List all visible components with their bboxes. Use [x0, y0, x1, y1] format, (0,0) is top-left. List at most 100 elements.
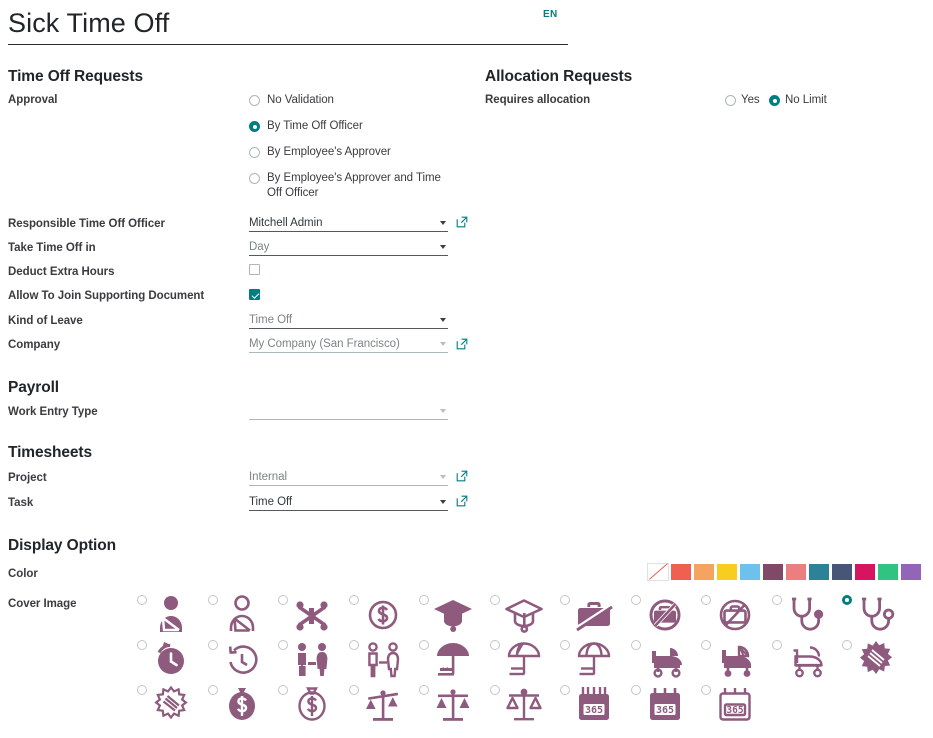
money-bag-filled-icon[interactable]: [221, 682, 263, 726]
cover-image-option-baby-carriage-outline[interactable]: [771, 637, 838, 682]
cover-image-radio-beach-umbrella-filled[interactable]: [419, 640, 429, 650]
radio-approval-no-validation[interactable]: [249, 95, 260, 106]
field-task[interactable]: Time Off: [249, 494, 448, 511]
cover-image-option-family-outline[interactable]: [348, 637, 415, 682]
cover-image-option-person-arm-sling-filled[interactable]: [137, 592, 203, 637]
cover-image-option-calendar-365-half[interactable]: [630, 682, 697, 727]
chevron-down-icon[interactable]: [440, 245, 446, 249]
color-swatch-yellow[interactable]: [716, 563, 738, 581]
checkbox-allow-to-join-supporting-document[interactable]: [249, 289, 260, 300]
cover-image-radio-briefcase-no-outline[interactable]: [701, 595, 711, 605]
cover-image-option-money-bag-filled[interactable]: [207, 682, 274, 727]
cover-image-option-scale-unbalanced-filled[interactable]: [348, 682, 415, 727]
scale-balanced-filled-icon[interactable]: [432, 682, 474, 726]
cover-image-radio-person-arm-sling-outline[interactable]: [207, 595, 218, 605]
cover-image-radio-stethoscope-filled[interactable]: [771, 595, 782, 605]
chevron-down-icon[interactable]: [440, 475, 446, 479]
cover-image-radio-baby-carriage-half[interactable]: [701, 640, 711, 650]
cover-image-option-virus-outline[interactable]: [137, 682, 203, 727]
cover-image-radio-family-filled[interactable]: [278, 640, 288, 650]
chevron-down-icon[interactable]: [440, 342, 446, 346]
virus-filled-icon[interactable]: [855, 637, 897, 681]
money-scissors-icon[interactable]: [291, 592, 333, 636]
cover-image-radio-virus-filled[interactable]: [842, 640, 852, 650]
cover-image-option-stethoscope-filled[interactable]: [771, 592, 838, 637]
radio-approval-by-employees-approver[interactable]: [249, 147, 260, 158]
field-take-time-off-in[interactable]: Day: [249, 239, 448, 256]
cover-image-option-baby-carriage-filled[interactable]: [630, 637, 697, 682]
cover-image-option-briefcase-no-filled[interactable]: [630, 592, 697, 637]
field-kind-of-leave[interactable]: Time Off: [249, 312, 448, 329]
cover-image-option-baby-carriage-half[interactable]: [701, 637, 767, 682]
cover-image-radio-baby-carriage-outline[interactable]: [771, 640, 782, 650]
baby-carriage-outline-icon[interactable]: [785, 637, 827, 681]
external-link-icon-task[interactable]: [456, 495, 468, 507]
cover-image-radio-clock-rotate-filled[interactable]: [137, 640, 147, 650]
money-bag-outline-icon[interactable]: [291, 682, 333, 726]
radio-approval-by-time-off-officer[interactable]: [249, 121, 260, 132]
graduation-cap-outline-icon[interactable]: [503, 592, 545, 636]
external-link-icon-responsible-time-off-officer[interactable]: [456, 216, 468, 228]
cover-image-radio-stethoscope-outline[interactable]: [842, 595, 852, 605]
chevron-down-icon[interactable]: [440, 409, 446, 413]
calendar-365-outline-icon[interactable]: [714, 682, 756, 726]
color-swatch-light-blue[interactable]: [739, 563, 761, 581]
cover-image-option-calendar-365-filled[interactable]: [560, 682, 626, 727]
field-responsible-time-off-officer[interactable]: Mitchell Admin: [249, 215, 448, 232]
color-swatch-red[interactable]: [670, 563, 692, 581]
cover-image-option-graduation-cap-outline[interactable]: [489, 592, 556, 637]
color-swatch-dark-purple[interactable]: [762, 563, 784, 581]
briefcase-no-filled-icon[interactable]: [644, 592, 686, 636]
radio-approval-by-employees-approver-and-time-off-officer[interactable]: [249, 173, 260, 184]
chevron-down-icon[interactable]: [440, 221, 446, 225]
radio-label-approval-no-validation[interactable]: No Validation: [267, 94, 334, 106]
cover-image-radio-clock-rotate-outline[interactable]: [207, 640, 218, 650]
cover-image-radio-calendar-365-half[interactable]: [630, 685, 641, 695]
field-work-entry-type[interactable]: [249, 403, 448, 420]
cover-image-radio-calendar-365-outline[interactable]: [701, 685, 711, 695]
cover-image-radio-person-arm-sling-filled[interactable]: [137, 595, 147, 605]
briefcase-no-outline-icon[interactable]: [714, 592, 756, 636]
color-swatch-medium-blue[interactable]: [808, 563, 830, 581]
cover-image-option-dollar-circle-outline[interactable]: [348, 592, 415, 637]
virus-outline-icon[interactable]: [150, 682, 192, 726]
radio-allocation-yes[interactable]: [725, 95, 736, 106]
cover-image-option-money-scissors[interactable]: [278, 592, 344, 637]
cover-image-radio-graduation-cap-outline[interactable]: [489, 595, 500, 605]
color-swatch-salmon-pink[interactable]: [785, 563, 807, 581]
clock-rotate-filled-icon[interactable]: [150, 637, 192, 681]
cover-image-option-virus-filled[interactable]: [842, 637, 908, 682]
calendar-365-filled-icon[interactable]: [573, 682, 615, 726]
cover-image-option-graduation-cap-filled[interactable]: [419, 592, 485, 637]
radio-allocation-no-limit[interactable]: [769, 95, 780, 106]
baby-carriage-half-icon[interactable]: [714, 637, 756, 681]
field-project[interactable]: Internal: [249, 469, 448, 486]
briefcase-slash-filled-icon[interactable]: [573, 592, 615, 636]
scale-balanced-outline-icon[interactable]: [503, 682, 545, 726]
cover-image-option-beach-umbrella-outline[interactable]: [560, 637, 626, 682]
external-link-icon-company[interactable]: [456, 338, 468, 350]
cover-image-option-scale-balanced-outline[interactable]: [489, 682, 556, 727]
cover-image-radio-dollar-circle-outline[interactable]: [348, 595, 359, 605]
cover-image-radio-briefcase-no-filled[interactable]: [630, 595, 641, 605]
cover-image-radio-family-outline[interactable]: [348, 640, 359, 650]
color-swatch-orange[interactable]: [693, 563, 715, 581]
family-outline-icon[interactable]: [362, 637, 404, 681]
cover-image-radio-virus-outline[interactable]: [137, 685, 147, 695]
checkbox-deduct-extra-hours[interactable]: [249, 264, 260, 275]
clock-rotate-outline-icon[interactable]: [221, 637, 263, 681]
cover-image-option-calendar-365-outline[interactable]: [701, 682, 767, 727]
language-badge-en[interactable]: EN: [543, 9, 558, 20]
cover-image-radio-scale-balanced-outline[interactable]: [489, 685, 500, 695]
cover-image-option-clock-rotate-outline[interactable]: [207, 637, 274, 682]
cover-image-radio-beach-umbrella-outline[interactable]: [560, 640, 570, 650]
color-swatch-no-color[interactable]: [647, 563, 669, 581]
cover-image-radio-money-scissors[interactable]: [278, 595, 288, 605]
color-swatch-purple[interactable]: [900, 563, 922, 581]
dollar-circle-outline-icon[interactable]: [362, 592, 404, 636]
cover-image-option-briefcase-no-outline[interactable]: [701, 592, 767, 637]
beach-umbrella-half-icon[interactable]: [503, 637, 545, 681]
radio-label-approval-by-time-off-officer[interactable]: By Time Off Officer: [267, 120, 363, 132]
cover-image-option-person-arm-sling-outline[interactable]: [207, 592, 274, 637]
cover-image-radio-briefcase-slash-filled[interactable]: [560, 595, 570, 605]
